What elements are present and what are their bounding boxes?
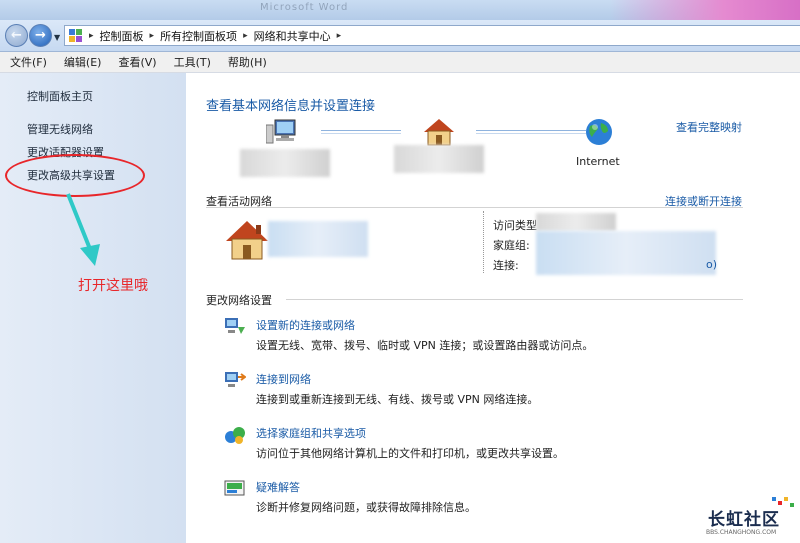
watermark-text: 长虹社区 xyxy=(708,510,780,530)
window-title-bar: Microsoft Word xyxy=(0,0,800,20)
back-arrow-icon: ← xyxy=(11,28,22,43)
background-window-title: Microsoft Word xyxy=(260,2,349,13)
forward-arrow-icon: → xyxy=(35,28,46,43)
background-window-decoration xyxy=(610,0,800,20)
blurred-access-type xyxy=(536,213,616,231)
internet-label: Internet xyxy=(576,155,620,168)
connections-label: 连接: xyxy=(493,259,519,272)
internet-globe-icon xyxy=(586,119,612,145)
control-panel-icon xyxy=(69,28,83,43)
connection-line xyxy=(476,130,586,131)
menu-view[interactable]: 查看(V) xyxy=(112,54,162,70)
menu-help[interactable]: 帮助(H) xyxy=(222,54,273,70)
address-bar: ← → ▼ ▸ 控制面板 ▸ 所有控制面板项 ▸ 网络和共享中心 ▸ xyxy=(0,20,800,52)
breadcrumb-all-items[interactable]: 所有控制面板项 xyxy=(160,28,237,44)
main-panel: 查看基本网络信息并设置连接 查看完整映射 Internet 查看活动网络 连接或… xyxy=(186,73,800,543)
menu-file[interactable]: 文件(F) xyxy=(4,54,53,70)
forward-button[interactable]: → xyxy=(29,24,52,47)
network-setup-icon xyxy=(225,318,245,334)
task-desc-connect-network: 连接到或重新连接到无线、有线、拨号或 VPN 网络连接。 xyxy=(256,393,539,406)
task-link-setup-connection[interactable]: 设置新的连接或网络 xyxy=(256,317,355,333)
annotation-arrow-icon xyxy=(66,193,100,266)
watermark-url: BBS.CHANGHONG.COM xyxy=(706,529,777,536)
connection-link-tail[interactable]: o) xyxy=(706,258,717,271)
breadcrumb-separator[interactable]: ▸ xyxy=(337,31,342,41)
highlight-ellipse xyxy=(5,154,145,197)
task-link-homegroup[interactable]: 选择家庭组和共享选项 xyxy=(256,425,366,441)
task-desc-troubleshoot: 诊断并修复网络问题，或获得故障排除信息。 xyxy=(256,501,476,514)
section-divider xyxy=(206,207,743,208)
connection-line xyxy=(321,130,401,131)
breadcrumb-network-center[interactable]: 网络和共享中心 xyxy=(254,28,331,44)
site-watermark: 长虹社区 BBS.CHANGHONG.COM xyxy=(700,497,800,543)
connection-line xyxy=(321,133,401,134)
menu-bar: 文件(F) 编辑(E) 查看(V) 工具(T) 帮助(H) xyxy=(0,52,800,73)
connection-line xyxy=(476,133,586,134)
blurred-computer-name xyxy=(240,149,330,177)
home-network-large-icon xyxy=(226,221,268,260)
page-title: 查看基本网络信息并设置连接 xyxy=(206,99,376,114)
task-link-troubleshoot[interactable]: 疑难解答 xyxy=(256,479,300,495)
change-settings-title: 更改网络设置 xyxy=(206,294,272,307)
blurred-network-name xyxy=(394,145,484,173)
task-desc-setup-connection: 设置无线、宽带、拨号、临时或 VPN 连接；或设置路由器或访问点。 xyxy=(256,339,594,352)
blurred-connection-info xyxy=(536,231,716,275)
vertical-divider xyxy=(483,211,484,273)
breadcrumb-separator[interactable]: ▸ xyxy=(89,31,94,41)
task-link-connect-network[interactable]: 连接到网络 xyxy=(256,371,311,387)
menu-edit[interactable]: 编辑(E) xyxy=(58,54,108,70)
section-divider xyxy=(286,299,743,300)
sidebar-manage-wireless[interactable]: 管理无线网络 xyxy=(27,121,93,137)
breadcrumb-separator[interactable]: ▸ xyxy=(150,31,155,41)
breadcrumb-separator[interactable]: ▸ xyxy=(243,31,248,41)
task-desc-homegroup: 访问位于其他网络计算机上的文件和打印机，或更改共享设置。 xyxy=(256,447,564,460)
sidebar: 控制面板主页 管理无线网络 更改适配器设置 更改高级共享设置 xyxy=(0,73,186,543)
sidebar-control-panel-home[interactable]: 控制面板主页 xyxy=(27,88,93,104)
connect-network-icon xyxy=(225,372,246,387)
access-type-label: 访问类型 xyxy=(493,219,537,232)
homegroup-icon xyxy=(225,427,245,444)
recent-pages-dropdown-icon[interactable]: ▼ xyxy=(54,33,60,42)
menu-tools[interactable]: 工具(T) xyxy=(168,54,217,70)
view-full-map-link[interactable]: 查看完整映射 xyxy=(676,119,742,135)
computer-icon xyxy=(266,119,296,144)
back-button[interactable]: ← xyxy=(5,24,28,47)
breadcrumb-control-panel[interactable]: 控制面板 xyxy=(100,28,144,44)
home-network-icon xyxy=(424,119,454,146)
troubleshoot-icon xyxy=(224,480,245,496)
homegroup-label: 家庭组: xyxy=(493,239,530,252)
annotation-text: 打开这里哦 xyxy=(78,278,148,294)
breadcrumb[interactable]: ▸ 控制面板 ▸ 所有控制面板项 ▸ 网络和共享中心 ▸ xyxy=(64,25,800,46)
blurred-network-details xyxy=(268,221,368,257)
